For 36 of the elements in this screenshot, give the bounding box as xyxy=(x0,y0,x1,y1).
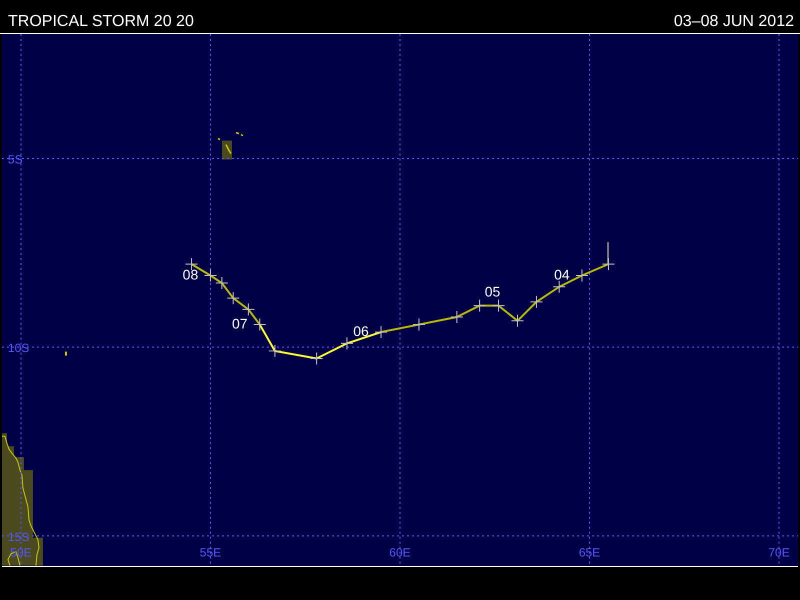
longitude-label: 70E xyxy=(768,546,790,560)
position-marker xyxy=(374,326,388,339)
date-label: 06 xyxy=(353,323,369,340)
position-marker xyxy=(310,352,324,365)
date-label: 08 xyxy=(182,266,198,282)
date-label: 07 xyxy=(232,316,248,332)
start-marker xyxy=(607,242,610,266)
island-drawing xyxy=(217,132,244,160)
position-marker xyxy=(185,258,198,271)
position-marker xyxy=(511,314,524,328)
position-marker xyxy=(268,344,282,358)
date-range: 03–08 JUN 2012 xyxy=(674,13,794,31)
position-marker xyxy=(412,318,426,331)
position-marker xyxy=(226,292,240,305)
latitude-label: 10S xyxy=(8,341,30,356)
position-marker xyxy=(204,269,217,282)
position-marker xyxy=(492,299,506,312)
islet-mark xyxy=(64,352,67,356)
position-marker xyxy=(242,302,255,316)
position-marker xyxy=(215,276,228,290)
longitude-label: 65E xyxy=(578,546,600,560)
position-marker xyxy=(575,269,588,282)
date-label: 04 xyxy=(554,266,570,282)
date-label: 05 xyxy=(484,284,500,300)
position-marker xyxy=(552,280,566,294)
position-marker xyxy=(253,318,266,331)
position-marker xyxy=(602,258,615,271)
longitude-label: 50E xyxy=(10,546,32,560)
latitude-label: 15S xyxy=(8,530,30,544)
position-marker xyxy=(473,299,486,312)
longitude-label: 55E xyxy=(200,546,222,560)
longitude-label: 60E xyxy=(389,546,411,560)
position-marker xyxy=(450,310,464,324)
position-marker xyxy=(340,336,354,350)
position-marker xyxy=(530,295,543,308)
storm-title: TROPICAL STORM 20 20 xyxy=(8,13,194,31)
